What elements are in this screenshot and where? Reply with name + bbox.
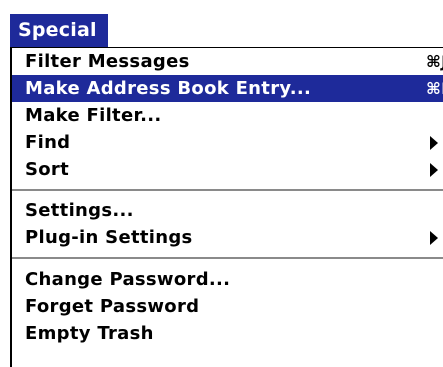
menu-item-label: Sort xyxy=(25,159,70,180)
menu-item-sort[interactable]: Sort xyxy=(12,156,443,183)
menu-item-label: Make Address Book Entry... xyxy=(25,78,312,99)
menu-item-label: Make Filter... xyxy=(25,105,162,126)
menu-item-label: Find xyxy=(25,132,71,153)
special-menu-dropdown: Filter Messages ⌘J Make Address Book Ent… xyxy=(10,47,443,367)
menu-item-forget-password[interactable]: Forget Password xyxy=(12,293,443,320)
menu-title-special[interactable]: Special xyxy=(10,14,108,47)
menu-separator xyxy=(12,189,443,191)
menu-item-label: Empty Trash xyxy=(25,323,154,344)
menu-item-find[interactable]: Find xyxy=(12,129,443,156)
menu-item-settings[interactable]: Settings... xyxy=(12,197,443,224)
menu-item-empty-trash[interactable]: Empty Trash xyxy=(12,320,443,347)
menu-item-make-filter[interactable]: Make Filter... xyxy=(12,102,443,129)
menu-separator xyxy=(12,257,443,259)
menu-item-make-address-book-entry[interactable]: Make Address Book Entry... ⌘K xyxy=(12,75,443,102)
menu-item-label: Change Password... xyxy=(25,269,231,290)
shortcut-label: ⌘K xyxy=(426,79,443,98)
triangle-right-icon xyxy=(430,163,438,177)
menu-item-label: Forget Password xyxy=(25,296,200,317)
menu-item-plug-in-settings[interactable]: Plug-in Settings xyxy=(12,224,443,251)
menu-item-label: Settings... xyxy=(25,200,134,221)
menu-item-filter-messages[interactable]: Filter Messages ⌘J xyxy=(12,48,443,75)
menu-item-change-password[interactable]: Change Password... xyxy=(12,266,443,293)
shortcut-label: ⌘J xyxy=(426,52,443,71)
menu-item-label: Plug-in Settings xyxy=(25,227,193,248)
triangle-right-icon xyxy=(430,231,438,245)
triangle-right-icon xyxy=(430,136,438,150)
menu-item-label: Filter Messages xyxy=(25,51,190,72)
